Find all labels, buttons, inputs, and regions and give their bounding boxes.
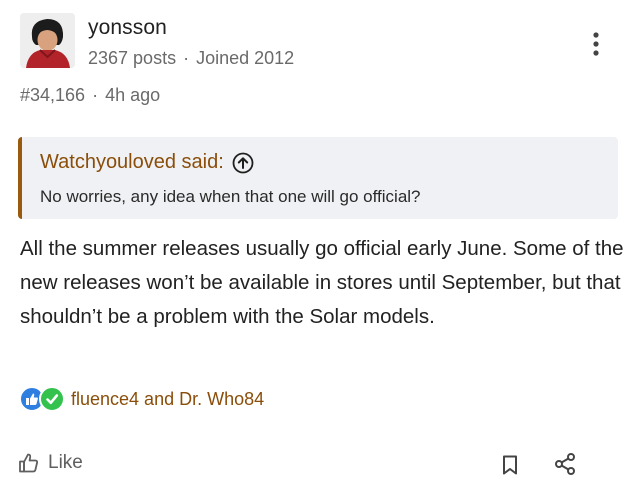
avatar[interactable] [20,13,75,68]
bookmark-icon [503,455,517,475]
bookmark-button[interactable] [500,454,520,481]
quote-author[interactable]: Watchyouloved said: [40,151,224,174]
checkmark-icon [39,386,65,412]
post-time[interactable]: 4h ago [105,85,160,106]
forum-post: yonsson 2367 posts · Joined 2012 #34,166… [0,0,635,500]
post-number[interactable]: #34,166 [20,85,85,106]
arrow-up-circle-icon[interactable] [232,152,254,174]
quote-header[interactable]: Watchyouloved said: [40,151,254,174]
author-meta: 2367 posts · Joined 2012 [88,48,294,69]
post-menu-button[interactable] [584,28,608,60]
post-body: All the summer releases usually go offic… [20,237,624,328]
post-info-separator: · [92,85,99,105]
quote-block: Watchyouloved said: No worries, any idea… [18,137,618,219]
share-button[interactable] [553,452,577,481]
quote-text: No worries, any idea when that one will … [40,187,421,206]
post-actions: Like [0,448,635,484]
more-vertical-icon [593,32,599,56]
post-info: #34,166 · 4h ago [20,85,160,106]
thumbs-up-icon [19,453,39,473]
reaction-users[interactable]: fluence4 and Dr. Who84 [71,389,264,410]
reaction-icons[interactable] [19,386,67,412]
like-label: Like [48,452,83,473]
author-username[interactable]: yonsson [88,16,167,40]
meta-separator: · [183,48,190,68]
avatar-image [20,13,75,68]
share-icon [555,453,575,475]
like-button[interactable]: Like [18,452,83,474]
join-date: Joined 2012 [196,48,295,68]
post-count: 2367 posts [88,48,177,68]
reactions-bar[interactable]: fluence4 and Dr. Who84 [19,386,264,412]
